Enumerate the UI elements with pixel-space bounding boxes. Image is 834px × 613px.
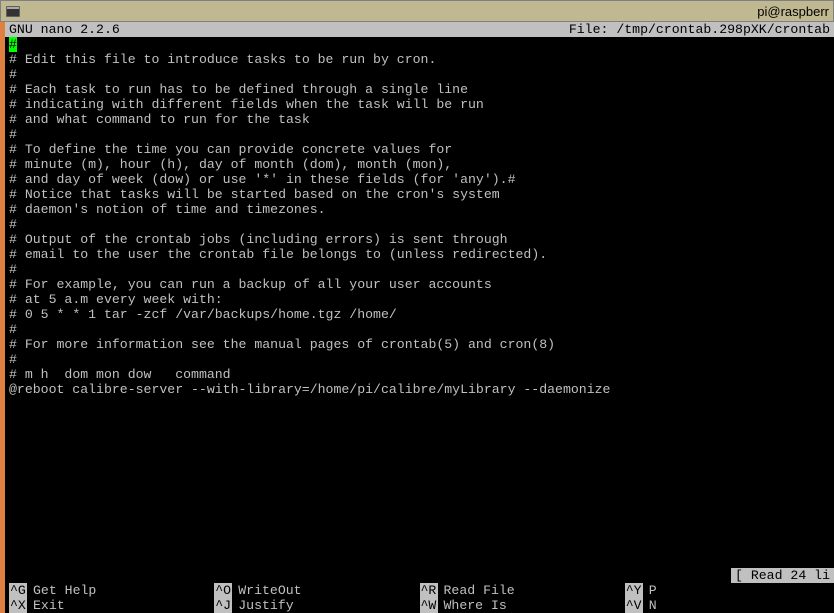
file-line: # Output of the crontab jobs (including … xyxy=(9,232,830,247)
file-line: # xyxy=(9,322,830,337)
nano-header: GNU nano 2.2.6 File: /tmp/crontab.298pXK… xyxy=(5,22,834,37)
file-line: # minute (m), hour (h), day of month (do… xyxy=(9,157,830,172)
file-line: # daemon's notion of time and timezones. xyxy=(9,202,830,217)
file-line: # and day of week (dow) or use '*' in th… xyxy=(9,172,830,187)
shortcut-next-page[interactable]: ^VN xyxy=(625,598,830,613)
terminal-icon xyxy=(5,3,21,19)
file-line: # Notice that tasks will be started base… xyxy=(9,187,830,202)
file-line: # indicating with different fields when … xyxy=(9,97,830,112)
file-line: # and what command to run for the task xyxy=(9,112,830,127)
cursor: # xyxy=(9,37,17,52)
shortcut-exit[interactable]: ^XExit xyxy=(9,598,214,613)
file-line: # For more information see the manual pa… xyxy=(9,337,830,352)
terminal-window[interactable]: GNU nano 2.2.6 File: /tmp/crontab.298pXK… xyxy=(5,22,834,613)
file-path: File: /tmp/crontab.298pXK/crontab xyxy=(569,22,830,37)
shortcut-writeout[interactable]: ^OWriteOut xyxy=(214,583,419,598)
file-line: # m h dom mon dow command xyxy=(9,367,830,382)
file-line: # at 5 a.m every week with: xyxy=(9,292,830,307)
file-line: # xyxy=(9,217,830,232)
file-line: # email to the user the crontab file bel… xyxy=(9,247,830,262)
window-titlebar: pi@raspberr xyxy=(0,0,834,22)
file-line: # xyxy=(9,262,830,277)
file-line: # xyxy=(9,352,830,367)
editor-content[interactable]: # # Edit this file to introduce tasks to… xyxy=(5,37,834,397)
file-line: # For example, you can run a backup of a… xyxy=(9,277,830,292)
file-line: # Edit this file to introduce tasks to b… xyxy=(9,52,830,67)
shortcut-where-is[interactable]: ^WWhere Is xyxy=(420,598,625,613)
file-line: @reboot calibre-server --with-library=/h… xyxy=(9,382,830,397)
app-name: GNU nano 2.2.6 xyxy=(9,22,120,37)
shortcut-read-file[interactable]: ^RRead File xyxy=(420,583,625,598)
status-message: [ Read 24 li xyxy=(731,568,834,583)
shortcut-justify[interactable]: ^JJustify xyxy=(214,598,419,613)
file-line: # xyxy=(9,127,830,142)
file-line: # To define the time you can provide con… xyxy=(9,142,830,157)
file-line: # xyxy=(9,37,830,52)
titlebar-text: pi@raspberr xyxy=(757,4,829,19)
file-line: # Each task to run has to be defined thr… xyxy=(9,82,830,97)
shortcut-prev-page[interactable]: ^YP xyxy=(625,583,830,598)
nano-shortcuts: ^GGet Help ^OWriteOut ^RRead File ^YP ^X… xyxy=(5,583,834,613)
file-line: # 0 5 * * 1 tar -zcf /var/backups/home.t… xyxy=(9,307,830,322)
shortcut-get-help[interactable]: ^GGet Help xyxy=(9,583,214,598)
file-line: # xyxy=(9,67,830,82)
